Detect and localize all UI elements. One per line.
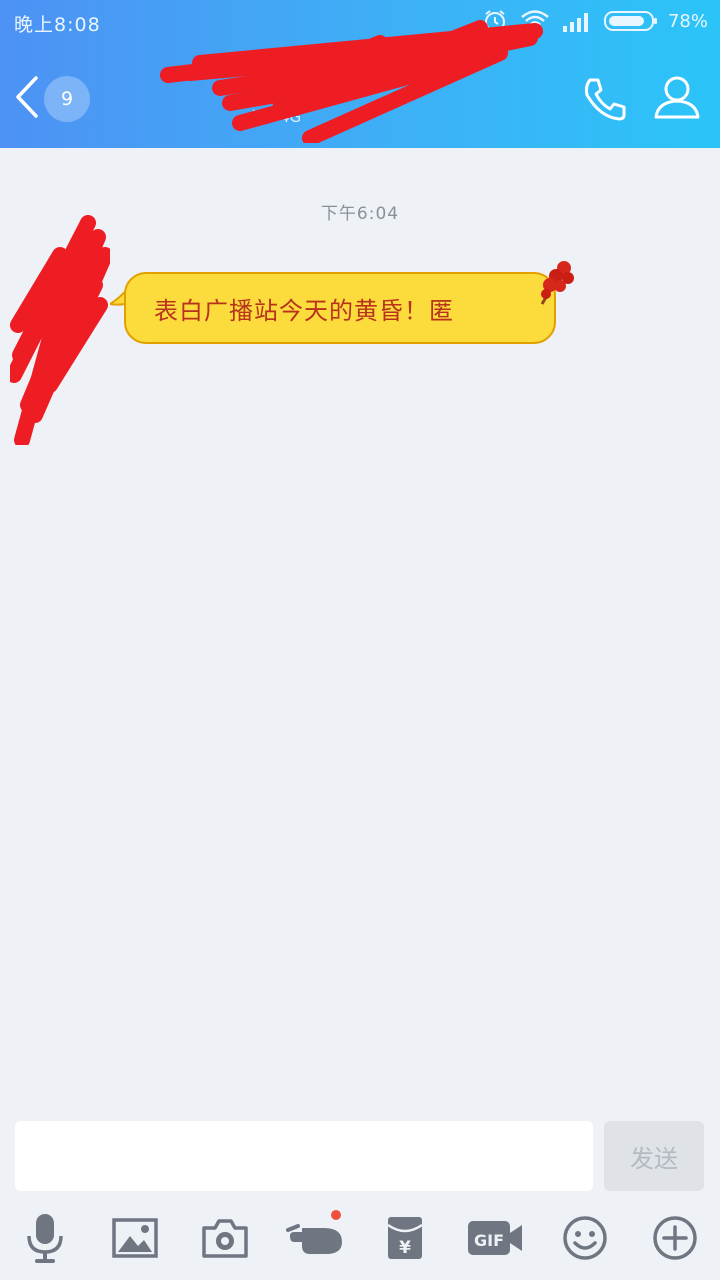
svg-text:¥: ¥	[399, 1238, 411, 1258]
call-button[interactable]	[580, 74, 630, 124]
image-icon	[112, 1218, 158, 1262]
chevron-left-icon	[14, 75, 40, 123]
candied-haws-icon	[532, 258, 576, 308]
poke-button[interactable]	[285, 1210, 345, 1270]
emoji-button[interactable]	[555, 1210, 615, 1270]
contact-name-redacted	[160, 20, 560, 143]
alarm-icon	[482, 8, 508, 34]
person-icon	[652, 76, 702, 126]
message-bubble[interactable]: 表白广播站今天的黄昏！匿	[108, 261, 574, 354]
voice-button[interactable]	[15, 1210, 75, 1270]
profile-button[interactable]	[652, 72, 702, 122]
message-text: 表白广播站今天的黄昏！匿	[124, 272, 556, 344]
send-button[interactable]: 发送	[604, 1121, 704, 1191]
avatar[interactable]	[6, 215, 113, 448]
photo-button[interactable]	[105, 1210, 165, 1270]
message-input[interactable]	[15, 1121, 593, 1191]
svg-text:GIF: GIF	[474, 1231, 504, 1250]
poke-icon	[286, 1220, 344, 1260]
status-time: 晚上8:08	[14, 14, 101, 36]
gif-button[interactable]: GIF	[465, 1210, 525, 1270]
battery-percent: 78%	[667, 10, 708, 32]
microphone-icon	[23, 1212, 67, 1268]
camera-button[interactable]	[195, 1210, 255, 1270]
chat-header: 晚上8:08 78% 9 线 - 4G	[0, 0, 720, 148]
back-button[interactable]: 9	[14, 74, 104, 124]
unread-badge: 9	[44, 76, 90, 122]
plus-icon	[652, 1215, 698, 1265]
red-envelope-button[interactable]: ¥	[375, 1210, 435, 1270]
emoji-icon	[562, 1215, 608, 1265]
phone-icon	[580, 78, 630, 128]
status-icons: 78%	[482, 8, 708, 34]
red-envelope-icon: ¥	[386, 1215, 424, 1265]
battery-icon	[603, 10, 658, 32]
camera-icon	[202, 1218, 248, 1262]
signal-icon	[562, 10, 592, 32]
more-button[interactable]	[645, 1210, 705, 1270]
notification-dot	[331, 1210, 341, 1220]
wifi-icon	[520, 9, 550, 33]
input-toolbar: ¥ GIF	[0, 1210, 720, 1270]
gif-icon: GIF	[466, 1219, 524, 1261]
